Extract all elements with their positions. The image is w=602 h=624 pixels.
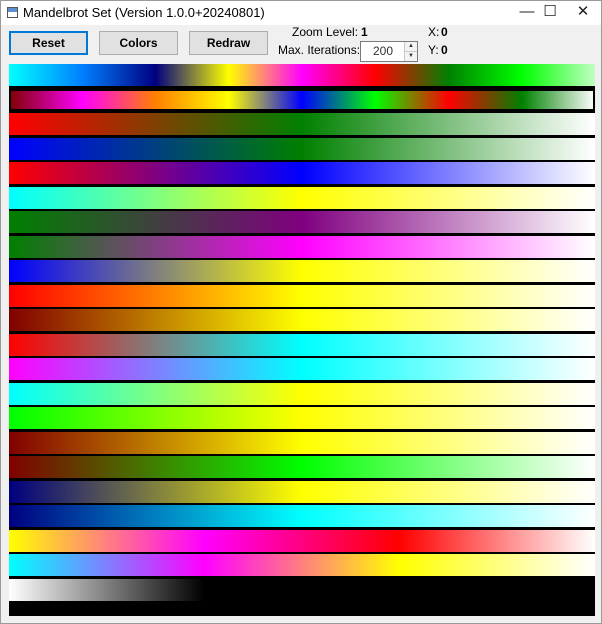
y-coordinate-label: Y: (428, 43, 439, 57)
stepper-down-icon[interactable]: ▼ (405, 52, 417, 61)
palette-band[interactable] (9, 407, 595, 429)
window-title: Mandelbrot Set (Version 1.0.0+20240801) (23, 5, 265, 20)
palette-band[interactable] (9, 432, 595, 454)
palette-canvas[interactable] (9, 64, 595, 616)
palette-band[interactable] (9, 187, 595, 209)
palette-band[interactable] (9, 211, 595, 233)
palette-band[interactable] (9, 89, 595, 111)
zoom-level-label: Zoom Level: (292, 25, 359, 39)
palette-band[interactable] (9, 358, 595, 380)
palette-band[interactable] (9, 113, 595, 135)
colors-button[interactable]: Colors (99, 31, 178, 55)
palette-band[interactable] (9, 309, 595, 331)
x-coordinate-label: X: (428, 25, 440, 39)
reset-button[interactable]: Reset (9, 31, 88, 55)
zoom-level-value: 1 (361, 25, 368, 39)
palette-band[interactable] (9, 64, 595, 86)
stepper-buttons: ▲ ▼ (404, 42, 417, 61)
max-iterations-stepper[interactable]: 200 ▲ ▼ (360, 41, 418, 62)
app-window: Mandelbrot Set (Version 1.0.0+20240801) … (0, 0, 602, 624)
palette-band[interactable] (9, 383, 595, 405)
palette-band[interactable] (9, 554, 595, 576)
palette-band[interactable] (9, 505, 595, 527)
max-iterations-input[interactable]: 200 (361, 42, 405, 61)
x-coordinate-value: 0 (441, 25, 448, 39)
palette-band[interactable] (9, 236, 595, 258)
palette-band[interactable] (9, 456, 595, 478)
palette-band[interactable] (9, 334, 595, 356)
palette-band[interactable] (9, 260, 595, 282)
max-iterations-label: Max. Iterations: (278, 43, 361, 57)
close-button[interactable]: ✕ (561, 1, 602, 25)
title-bar[interactable]: Mandelbrot Set (Version 1.0.0+20240801) … (1, 1, 601, 25)
palette-band[interactable] (9, 579, 595, 601)
redraw-button[interactable]: Redraw (189, 31, 268, 55)
y-coordinate-value: 0 (441, 43, 448, 57)
app-icon (7, 7, 18, 18)
stepper-up-icon[interactable]: ▲ (405, 42, 417, 52)
palette-band[interactable] (9, 285, 595, 307)
palette-band[interactable] (9, 530, 595, 552)
palette-band[interactable] (9, 138, 595, 160)
palette-band[interactable] (9, 162, 595, 184)
palette-band[interactable] (9, 481, 595, 503)
